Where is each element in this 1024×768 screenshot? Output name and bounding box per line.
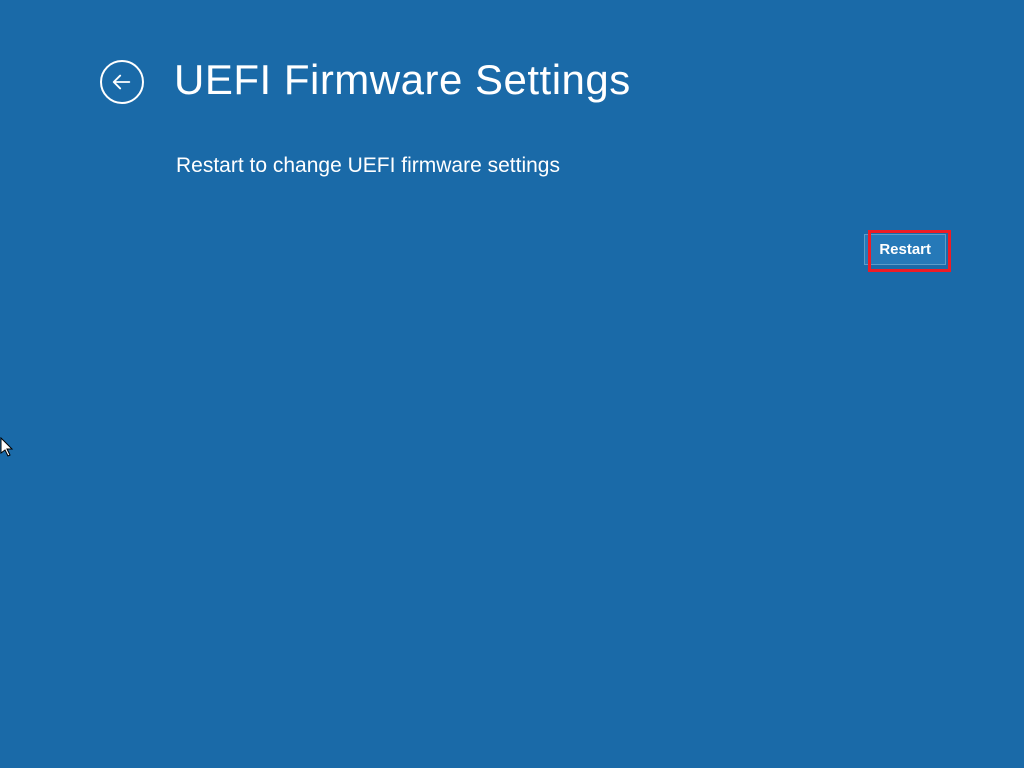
back-button[interactable]: [100, 60, 144, 104]
page-title: UEFI Firmware Settings: [174, 56, 631, 104]
header-row: UEFI Firmware Settings: [0, 0, 1024, 104]
button-row: Restart: [864, 234, 946, 265]
description-text: Restart to change UEFI firmware settings: [176, 154, 1024, 178]
arrow-left-icon: [111, 71, 133, 93]
restart-button[interactable]: Restart: [864, 234, 946, 265]
cursor-icon: [0, 437, 16, 459]
